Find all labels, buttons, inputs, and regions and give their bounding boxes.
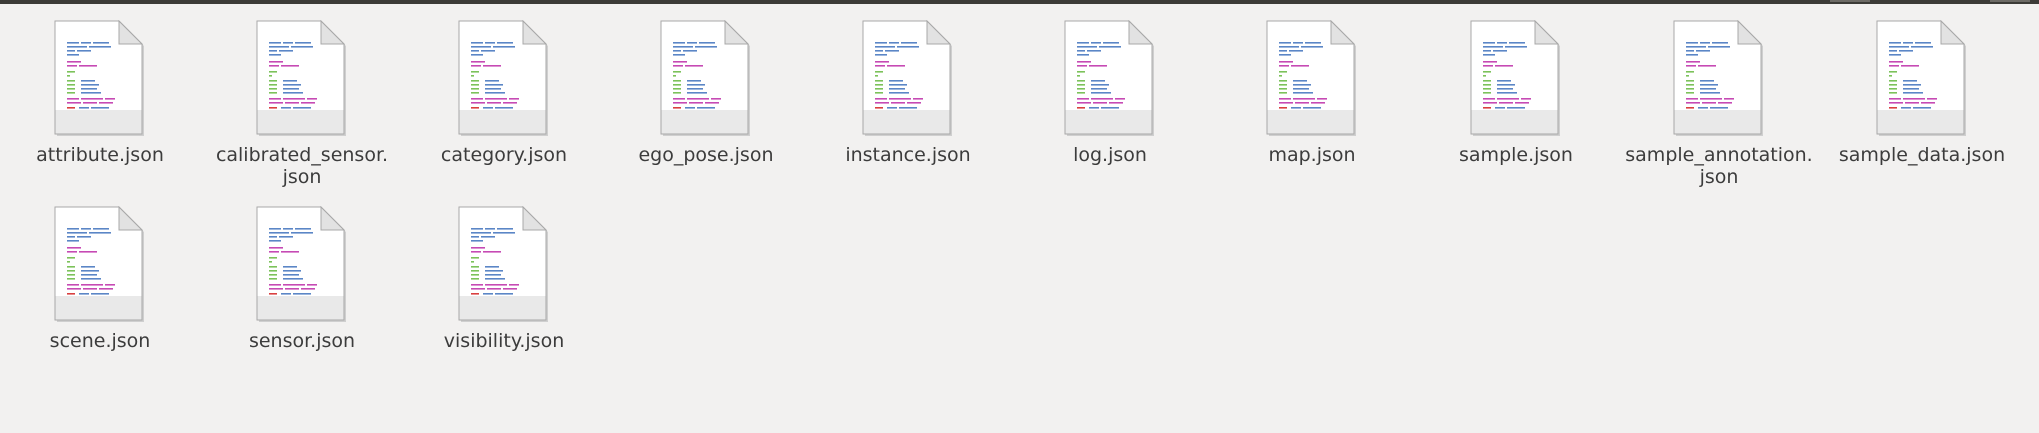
file-item-sample-data[interactable]: sample_data.json	[1822, 20, 2022, 166]
json-file-icon	[54, 20, 144, 136]
json-file-icon	[660, 20, 750, 136]
json-file-icon	[1266, 20, 1356, 136]
file-item-instance[interactable]: instance.json	[808, 20, 1008, 166]
json-file-icon	[1876, 20, 1966, 136]
json-file-icon	[1064, 20, 1154, 136]
file-name: visibility.json	[443, 330, 565, 352]
file-item-calibrated-sensor[interactable]: calibrated_sensor. json	[202, 20, 402, 188]
file-name: sample_annotation. json	[1625, 144, 1813, 188]
file-item-sample[interactable]: sample.json	[1416, 20, 1616, 166]
file-item-visibility[interactable]: visibility.json	[404, 206, 604, 352]
file-item-scene[interactable]: scene.json	[0, 206, 200, 352]
file-name: instance.json	[845, 144, 971, 166]
json-file-icon	[862, 20, 952, 136]
file-name: ego_pose.json	[638, 144, 774, 166]
file-item-sample-annotation[interactable]: sample_annotation. json	[1619, 20, 1819, 188]
file-name: scene.json	[49, 330, 151, 352]
file-name: attribute.json	[36, 144, 164, 166]
json-file-icon	[1673, 20, 1763, 136]
file-item-attribute[interactable]: attribute.json	[0, 20, 200, 166]
file-name: log.json	[1073, 144, 1147, 166]
file-name: sample_data.json	[1838, 144, 2006, 166]
file-name: sensor.json	[248, 330, 356, 352]
file-item-sensor[interactable]: sensor.json	[202, 206, 402, 352]
file-item-category[interactable]: category.json	[404, 20, 604, 166]
json-file-icon	[256, 206, 346, 322]
file-item-ego-pose[interactable]: ego_pose.json	[606, 20, 806, 166]
file-item-log[interactable]: log.json	[1010, 20, 1210, 166]
file-item-map[interactable]: map.json	[1212, 20, 1412, 166]
file-name: sample.json	[1459, 144, 1573, 166]
json-file-icon	[256, 20, 346, 136]
json-file-icon	[54, 206, 144, 322]
file-name: map.json	[1268, 144, 1356, 166]
json-file-icon	[1470, 20, 1560, 136]
file-name: category.json	[440, 144, 568, 166]
file-name: calibrated_sensor. json	[215, 144, 389, 188]
json-file-icon	[458, 20, 548, 136]
file-grid: attribute.json calibrated_sensor. json ca…	[0, 0, 2039, 433]
json-file-icon	[458, 206, 548, 322]
